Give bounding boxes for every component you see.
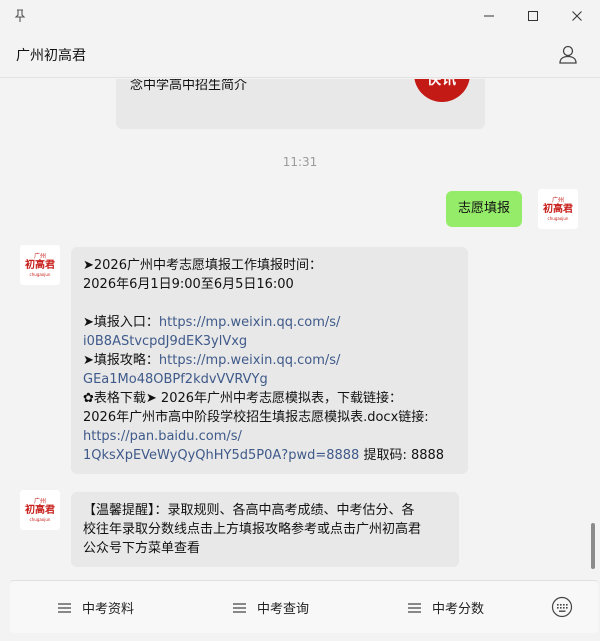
close-icon [572,11,582,21]
message-line: 【温馨提醒】：录取规则、各高中高考成绩、中考估分、各 [83,503,415,518]
pan-link[interactable]: 1QksXpEVeWyQyQhHY5d5P0A?pwd=8888 [83,448,359,463]
timestamp: 11:31 [282,155,318,169]
extract-code: 提取码: 8888 [359,448,445,463]
article-thumbnail-text: 快讯 [427,79,457,88]
menu-item-exam-scores[interactable]: 中考分数 [408,581,484,634]
window-titlebar [0,0,600,32]
hamburger-icon [233,602,246,613]
guide-link[interactable]: GEa1Mo48OBPf2kdvVVRVYg [83,370,456,389]
message-list[interactable]: 念中学高中招生简介 快讯 11:31 志愿填报 广州 初高君 chugaojun… [0,79,600,579]
minimize-button[interactable] [474,4,504,28]
hamburger-icon [408,602,421,613]
message-line: 1QksXpEVeWyQyQhHY5d5P0A?pwd=8888 提取码: 88… [83,446,456,465]
message-line: 公众号下方菜单查看 [83,541,201,556]
menu-item-label: 中考资料 [82,602,135,617]
profile-icon[interactable] [557,44,579,66]
avatar[interactable]: 广州 初高君 chugaojun [20,245,60,285]
message-line: 校往年录取分数线点击上方填报攻略参考或点击广州初高君 [83,522,422,537]
sent-message-bubble[interactable]: 志愿填报 [446,191,523,227]
menu-item-label: 中考分数 [432,602,485,617]
message-line: 2026年6月1日9:00至6月5日16:00 [83,277,294,292]
message-line: ✿表格下载➤ 2026年广州中考志愿模拟表，下载链接： [83,391,403,406]
article-card[interactable]: 念中学高中招生简介 快讯 [116,79,485,129]
avatar[interactable]: 广州 初高君 chugaojun [20,490,60,530]
entry-link[interactable]: i0B8AStvcpdJ9dEK3ylVxg [83,332,456,351]
message-line: ➤填报攻略：https://mp.weixin.qq.com/s/ [83,351,456,370]
message-line: ➤填报入口：https://mp.weixin.qq.com/s/ [83,313,456,332]
chat-title: 广州初高君 [16,48,86,64]
received-message-bubble[interactable]: ➤2026广州中考志愿填报工作填报时间： 2026年6月1日9:00至6月5日1… [71,247,468,474]
guide-link[interactable]: https://mp.weixin.qq.com/s/ [159,353,341,368]
official-account-menu: 中考资料 中考查询 中考分数 [10,580,598,633]
hamburger-icon [58,602,71,613]
article-title: 念中学高中招生简介 [130,79,248,93]
avatar[interactable]: 广州 初高君 chugaojun [538,189,578,229]
message-line: ➤2026广州中考志愿填报工作填报时间： [83,258,322,273]
close-button[interactable] [562,4,592,28]
message-line: 2026年广州市高中阶段学校招生填报志愿模拟表.docx链接: [83,410,429,425]
message-gap [83,294,456,313]
pan-link[interactable]: https://pan.baidu.com/s/ [83,427,456,446]
scrollbar-thumb[interactable] [591,523,595,569]
menu-item-label: 中考查询 [257,602,310,617]
guide-label: ➤填报攻略： [83,353,159,368]
maximize-icon [528,11,538,21]
entry-label: ➤填报入口： [83,315,159,330]
maximize-button[interactable] [518,4,548,28]
menu-item-exam-materials[interactable]: 中考资料 [58,581,134,634]
menu-item-exam-query[interactable]: 中考查询 [233,581,309,634]
chat-header: 广州初高君 [0,32,600,78]
entry-link[interactable]: https://mp.weixin.qq.com/s/ [159,315,341,330]
article-thumbnail: 快讯 [414,79,470,102]
pin-icon[interactable] [12,8,28,24]
minimize-icon [484,15,494,17]
keyboard-icon[interactable] [551,596,573,618]
received-message-bubble[interactable]: 【温馨提醒】：录取规则、各高中高考成绩、中考估分、各 校往年录取分数线点击上方填… [71,492,459,567]
